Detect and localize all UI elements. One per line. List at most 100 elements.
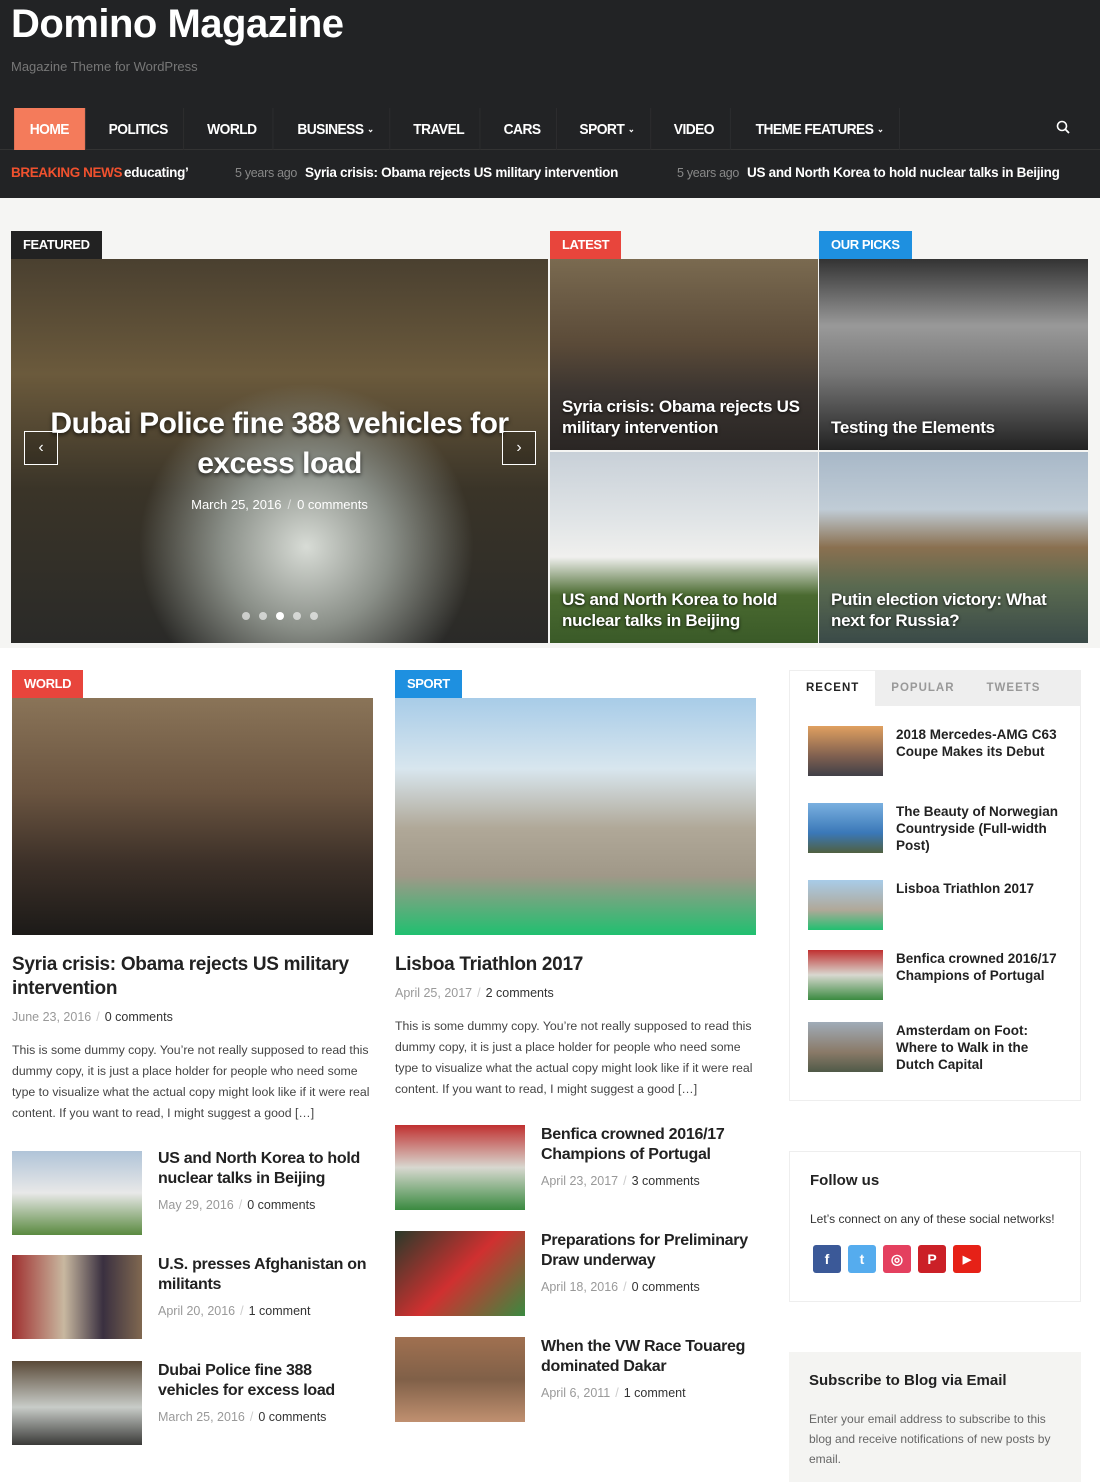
post-thumb[interactable] — [12, 1255, 142, 1339]
post-title[interactable]: US and North Korea to hold nuclear talks… — [158, 1149, 368, 1189]
post-thumb[interactable] — [395, 1125, 525, 1210]
picks-post-card[interactable]: Putin election victory: What next for Ru… — [819, 452, 1088, 643]
recent-post[interactable]: Lisboa Triathlon 2017 — [808, 880, 1066, 930]
post-thumb[interactable] — [12, 1151, 142, 1235]
post-excerpt: This is some dummy copy. You’re not real… — [12, 1043, 370, 1120]
picks-post-card[interactable]: Testing the Elements — [819, 259, 1088, 450]
nav-travel[interactable]: TRAVEL — [398, 108, 482, 150]
nav-video[interactable]: VIDEO — [658, 108, 731, 150]
slider-dot[interactable] — [292, 612, 301, 620]
pinterest-icon[interactable]: P — [918, 1245, 946, 1273]
post-date: April 18, 2016 — [541, 1280, 619, 1294]
chevron-left-icon[interactable]: ‹ — [24, 431, 58, 465]
comments-link[interactable]: 1 comment — [249, 1304, 311, 1318]
comments-link[interactable]: 0 comments — [297, 497, 368, 512]
latest-post-card[interactable]: Syria crisis: Obama rejects US military … — [550, 259, 818, 450]
slide-meta: March 25, 2016/0 comments — [191, 497, 368, 512]
facebook-icon[interactable]: f — [813, 1245, 841, 1273]
comments-link[interactable]: 0 comments — [632, 1280, 700, 1294]
slider-dot[interactable] — [258, 612, 267, 620]
comments-link[interactable]: 3 comments — [632, 1174, 700, 1188]
post-title[interactable]: US and North Korea to hold nuclear talks… — [562, 589, 806, 631]
slider-dot[interactable] — [241, 612, 250, 620]
post-thumb[interactable] — [808, 950, 883, 1000]
ticker-item[interactable]: 5 years ago Syria crisis: Obama rejects U… — [235, 165, 618, 180]
comments-link[interactable]: 0 comments — [247, 1198, 315, 1212]
post-title[interactable]: The Beauty of Norwegian Countryside (Ful… — [896, 803, 1066, 854]
nav-sport[interactable]: SPORT ⌄ — [564, 108, 651, 150]
recent-post[interactable]: The Beauty of Norwegian Countryside (Ful… — [808, 803, 1066, 854]
nav-home[interactable]: HOME — [14, 108, 86, 150]
post-thumb[interactable] — [12, 1361, 142, 1445]
post-title[interactable]: U.S. presses Afghanistan on militants — [158, 1255, 368, 1295]
chevron-right-icon[interactable]: › — [502, 431, 536, 465]
post-thumb[interactable] — [808, 803, 883, 853]
post-thumb[interactable] — [395, 1337, 525, 1422]
search-icon[interactable] — [1056, 120, 1070, 138]
post-title[interactable]: When the VW Race Touareg dominated Dakar — [541, 1337, 756, 1377]
post-title[interactable]: Syria crisis: Obama rejects US military … — [12, 953, 372, 1001]
nav-label: TRAVEL — [413, 120, 465, 138]
post-meta: March 25, 2016/0 comments — [158, 1410, 327, 1424]
post-title[interactable]: Syria crisis: Obama rejects US military … — [562, 396, 806, 438]
post-thumb[interactable] — [808, 726, 883, 776]
nav-world[interactable]: WORLD — [192, 108, 274, 150]
post-meta: May 29, 2016/0 comments — [158, 1198, 316, 1212]
post-excerpt: This is some dummy copy. You’re not real… — [395, 1019, 753, 1096]
tab-tweets[interactable]: TWEETS — [971, 671, 1057, 706]
comments-link[interactable]: 0 comments — [105, 1010, 173, 1024]
ticker-item[interactable]: 5 years ago US and North Korea to hold nu… — [677, 165, 1060, 180]
recent-post[interactable]: Amsterdam on Foot: Where to Walk in the … — [808, 1022, 1066, 1073]
chevron-down-icon: ⌄ — [627, 123, 635, 134]
post-title[interactable]: 2018 Mercedes-AMG C63 Coupe Makes its De… — [896, 726, 1066, 776]
post-title[interactable]: Amsterdam on Foot: Where to Walk in the … — [896, 1022, 1066, 1073]
picks-label: OUR PICKS — [819, 231, 912, 259]
ticker-title[interactable]: educating’ — [124, 165, 189, 180]
youtube-icon[interactable]: ▶ — [953, 1245, 981, 1273]
post-meta: April 18, 2016/0 comments — [541, 1280, 700, 1294]
latest-post-card[interactable]: US and North Korea to hold nuclear talks… — [550, 452, 818, 643]
post-date: June 23, 2016 — [12, 1010, 92, 1024]
recent-post[interactable]: 2018 Mercedes-AMG C63 Coupe Makes its De… — [808, 726, 1066, 776]
post-thumb[interactable] — [808, 1022, 883, 1072]
widget-title: Subscribe to Blog via Email — [809, 1372, 1007, 1389]
recent-post[interactable]: Benfica crowned 2016/17 Champions of Por… — [808, 950, 1066, 1000]
nav-label: CARS — [503, 120, 541, 138]
nav-business[interactable]: BUSINESS ⌄ — [281, 108, 390, 150]
ticker-title[interactable]: Syria crisis: Obama rejects US military … — [305, 165, 618, 180]
twitter-icon[interactable]: t — [848, 1245, 876, 1273]
post-meta: April 23, 2017/3 comments — [541, 1174, 700, 1188]
post-title[interactable]: Benfica crowned 2016/17 Champions of Por… — [896, 950, 1066, 1000]
nav-theme-features[interactable]: THEME FEATURES ⌄ — [740, 108, 901, 150]
nav-cars[interactable]: CARS — [488, 108, 557, 150]
post-title[interactable]: Testing the Elements — [831, 417, 1076, 438]
tab-recent[interactable]: RECENT — [790, 671, 876, 706]
slide-title[interactable]: Dubai Police fine 388 vehicles for exces… — [11, 404, 548, 484]
post-title[interactable]: Lisboa Triathlon 2017 — [395, 953, 583, 977]
tab-popular[interactable]: POPULAR — [875, 671, 970, 706]
post-date: April 25, 2017 — [395, 986, 473, 1000]
ticker-time: 5 years ago — [677, 166, 740, 180]
post-title[interactable]: Putin election victory: What next for Ru… — [831, 589, 1076, 631]
post-thumb[interactable] — [395, 1231, 525, 1316]
nav-politics[interactable]: POLITICS — [93, 108, 185, 150]
instagram-icon[interactable]: ◎ — [883, 1245, 911, 1273]
chevron-down-icon: ⌄ — [877, 123, 884, 134]
post-date: March 25, 2016 — [158, 1410, 245, 1424]
site-title[interactable]: Domino Magazine — [11, 2, 344, 47]
comments-link[interactable]: 0 comments — [258, 1410, 326, 1424]
ticker-item[interactable]: educating’ — [124, 165, 189, 180]
comments-link[interactable]: 1 comment — [624, 1386, 686, 1400]
post-image[interactable] — [12, 698, 373, 935]
post-title[interactable]: Preparations for Preliminary Draw underw… — [541, 1231, 756, 1271]
post-image[interactable] — [395, 698, 756, 935]
ticker-title[interactable]: US and North Korea to hold nuclear talks… — [747, 165, 1060, 180]
slider-dot[interactable] — [275, 612, 284, 620]
post-title[interactable]: Benfica crowned 2016/17 Champions of Por… — [541, 1125, 756, 1165]
post-title[interactable]: Dubai Police fine 388 vehicles for exces… — [158, 1361, 368, 1401]
slider-dot[interactable] — [309, 612, 318, 620]
featured-slider[interactable]: Dubai Police fine 388 vehicles for exces… — [11, 259, 548, 643]
post-thumb[interactable] — [808, 880, 883, 930]
post-title[interactable]: Lisboa Triathlon 2017 — [896, 880, 1066, 930]
comments-link[interactable]: 2 comments — [486, 986, 554, 1000]
